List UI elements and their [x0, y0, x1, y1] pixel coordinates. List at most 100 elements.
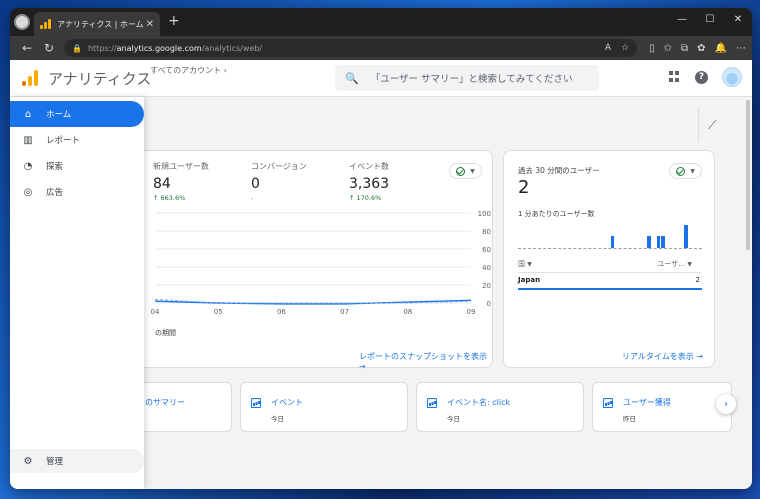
insights-icon[interactable]: ⟋ — [708, 118, 716, 133]
realtime-card: 過去 30 分間のユーザー 2 ▼ 1 分あたりのユーザー数 国 ▼ ユーザ… … — [503, 150, 715, 368]
summary-sub: 今日 — [271, 415, 284, 423]
caret-down-icon: ▼ — [690, 167, 695, 175]
metric-value: 0 — [251, 176, 260, 192]
users-column[interactable]: ユーザ… ▼ — [657, 259, 692, 269]
app-header: アナリティクス すべてのアカウント › 🔍 「ユーザー サマリー」と検索してみて… — [10, 60, 752, 97]
users-cell: 2 — [695, 276, 700, 284]
summary-title: イベント — [271, 398, 303, 407]
snapshot-link[interactable]: レポートのスナップショットを表示 → — [359, 351, 492, 371]
minute-bar — [656, 236, 661, 248]
divider — [698, 108, 699, 142]
x-tick-label: 07 — [340, 308, 349, 316]
comparison-button[interactable]: ▼ — [669, 163, 702, 179]
analytics-page: アナリティクス すべてのアカウント › 🔍 「ユーザー サマリー」と検索してみて… — [10, 60, 752, 489]
more-icon[interactable]: ⋯ — [736, 43, 746, 54]
metric-label: コンバージョン — [251, 162, 307, 171]
carousel-next-button[interactable]: › — [716, 394, 736, 414]
favorite-star-icon[interactable]: ☆ — [621, 43, 629, 53]
y-tick-label: 100 — [478, 210, 491, 218]
address-bar-row: ← ↻ 🔒 https://analytics.google.com/analy… — [10, 36, 752, 60]
summary-title: イベント名: click — [447, 398, 511, 407]
analytics-logo-icon — [22, 70, 38, 86]
bar-chart-icon — [427, 398, 437, 408]
metric-value: 84 — [153, 176, 171, 192]
account-selector[interactable]: すべてのアカウント › — [150, 65, 227, 76]
analytics-favicon-icon — [40, 19, 52, 29]
overview-card: 新規ユーザー数 84 ↑ 663.6% コンバージョン 0 - イベント数 3,… — [120, 150, 493, 371]
tab-title: アナリティクス | ホーム — [57, 19, 144, 29]
sidebar: ⌂ ホーム ▥ レポート ◔ 探索 ◎ 広告 ⚙ 管理 — [10, 97, 144, 489]
realtime-title: 過去 30 分間のユーザー — [518, 166, 600, 175]
apps-grid-icon[interactable] — [669, 71, 681, 83]
split-screen-icon[interactable]: ▯ — [649, 43, 655, 54]
reports-icon: ▥ — [23, 134, 33, 146]
metric-change: - — [251, 194, 254, 202]
chevron-right-icon: › — [223, 66, 227, 75]
summary-card-acquisition[interactable]: ユーザー獲得 昨日 — [592, 382, 732, 432]
maximize-icon[interactable]: ☐ — [696, 8, 724, 30]
sidebar-item-label: ホーム — [46, 110, 72, 120]
app-title: アナリティクス — [48, 69, 152, 88]
header-actions: ? — [669, 67, 742, 87]
minimize-icon[interactable]: — — [668, 8, 696, 30]
read-aloud-icon[interactable]: A — [605, 43, 611, 53]
collections-icon[interactable]: ⧉ — [681, 43, 688, 54]
search-icon: 🔍 — [345, 71, 359, 85]
table-row: Japan 2 — [518, 276, 702, 290]
close-icon[interactable]: ✕ — [146, 19, 154, 30]
minute-bar — [661, 236, 665, 248]
metric-change: ↑ 170.6% — [349, 194, 382, 202]
address-bar[interactable]: 🔒 https://analytics.google.com/analytics… — [64, 39, 638, 57]
period-label: の期間 — [155, 329, 176, 337]
overview-line-chart: 0 20 40 60 80 100 04 05 06 07 08 09 — [151, 210, 491, 316]
y-tick-label: 60 — [482, 246, 491, 254]
x-tick-label: 09 — [467, 308, 476, 316]
check-circle-icon — [676, 166, 686, 176]
minute-bar — [610, 236, 615, 248]
metric-conversions[interactable]: コンバージョン 0 - — [251, 161, 307, 202]
lock-icon[interactable]: 🔒 — [72, 44, 82, 53]
metric-event-count[interactable]: イベント数 3,363 ↑ 170.6% — [349, 161, 389, 202]
sidebar-item-advertising[interactable]: ◎ 広告 — [10, 179, 144, 205]
metric-new-users[interactable]: 新規ユーザー数 84 ↑ 663.6% — [153, 161, 209, 202]
x-tick-label: 04 — [151, 308, 160, 316]
y-tick-label: 40 — [482, 264, 491, 272]
scrollbar[interactable] — [746, 100, 750, 250]
x-tick-label: 05 — [214, 308, 223, 316]
y-tick-label: 80 — [482, 228, 491, 236]
reload-icon[interactable]: ↻ — [38, 41, 60, 55]
search-input[interactable]: 🔍 「ユーザー サマリー」と検索してみてください — [335, 65, 599, 91]
sidebar-item-reports[interactable]: ▥ レポート — [10, 127, 144, 153]
avatar[interactable] — [722, 67, 742, 87]
metric-label: イベント数 — [349, 162, 389, 171]
metric-value: 3,363 — [349, 176, 390, 192]
sidebar-item-admin[interactable]: ⚙ 管理 — [10, 449, 144, 473]
help-icon[interactable]: ? — [695, 70, 708, 84]
tab-analytics[interactable]: アナリティクス | ホーム ✕ — [34, 12, 160, 36]
comparison-button[interactable]: ▼ — [449, 163, 482, 179]
close-window-icon[interactable]: ✕ — [724, 8, 752, 30]
per-minute-bar-chart — [518, 223, 702, 249]
summary-card-events[interactable]: イベント 今日 — [240, 382, 408, 432]
url-icons: A ☆ — [605, 43, 629, 53]
advertising-icon: ◎ — [23, 186, 33, 198]
summary-card-event-click[interactable]: イベント名: click 今日 — [416, 382, 584, 432]
sidebar-item-home[interactable]: ⌂ ホーム — [10, 101, 144, 127]
metric-change: ↑ 663.6% — [153, 194, 186, 202]
x-tick-label: 06 — [277, 308, 286, 316]
new-tab-icon[interactable]: + — [168, 13, 180, 29]
realtime-value: 2 — [518, 177, 530, 198]
realtime-link[interactable]: リアルタイムを表示 → — [622, 351, 703, 362]
realtime-table-header: 国 ▼ ユーザ… ▼ — [518, 259, 702, 273]
summary-sub: 昨日 — [623, 415, 636, 423]
notifications-icon[interactable]: 🔔 — [715, 43, 727, 54]
favorites-icon[interactable]: ✩ — [664, 43, 672, 54]
back-icon[interactable]: ← — [16, 41, 38, 55]
home-icon: ⌂ — [24, 108, 32, 120]
country-column[interactable]: 国 ▼ — [518, 259, 532, 269]
y-tick-label: 20 — [482, 282, 491, 290]
tab-bar: アナリティクス | ホーム ✕ + — ☐ ✕ — [10, 8, 752, 36]
profile-icon[interactable] — [14, 14, 30, 30]
sidebar-item-explore[interactable]: ◔ 探索 — [10, 153, 144, 179]
extensions-icon[interactable]: ✿ — [697, 43, 705, 54]
